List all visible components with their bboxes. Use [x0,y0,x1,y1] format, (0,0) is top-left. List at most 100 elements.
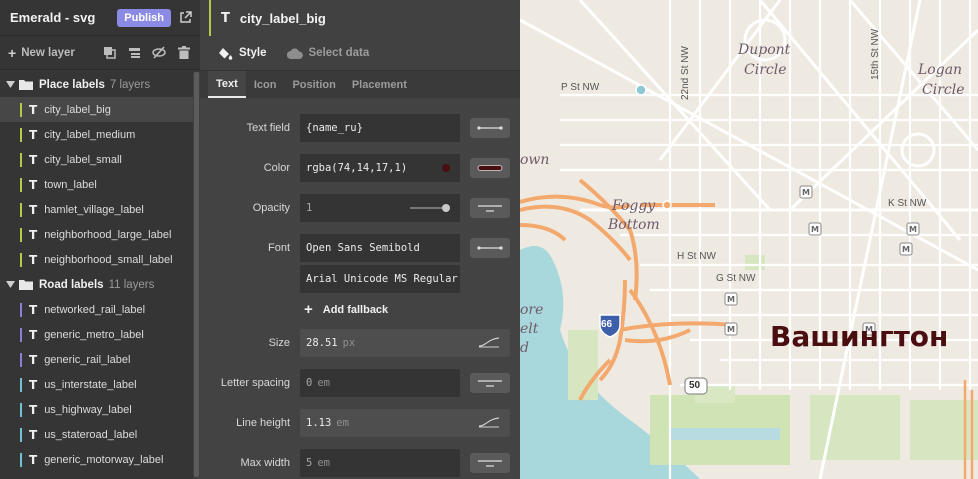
external-link-icon[interactable] [179,11,192,24]
text-layer-icon: T [29,102,38,117]
add-fallback-label: Add fallback [322,303,389,316]
map-street-label: 22nd St NW [680,46,691,100]
layer-row[interactable]: Tcity_label_big [0,97,193,122]
text-layer-icon: T [29,152,38,167]
color-input[interactable]: rgba(74,14,17,1) [300,154,460,182]
zoom-function-icon[interactable] [478,336,500,348]
prop-label: Text field [246,122,290,134]
publish-button[interactable]: Publish [117,8,171,27]
prop-size: Size 28.51 px [200,329,520,357]
add-fallback-button[interactable]: + Add fallback [304,301,388,318]
opacity-slider-track[interactable] [410,207,446,209]
layer-color-bar [20,102,22,117]
sidebar-scrollbar[interactable] [193,72,200,479]
layer-row[interactable]: Tus_highway_label [0,397,193,422]
text-layer-icon: T [221,10,230,26]
layer-color-bar [20,202,22,217]
subtab-icon[interactable]: Icon [246,71,285,98]
subtab-placement[interactable]: Placement [344,71,415,98]
size-value: 28.51 [306,337,338,349]
trash-icon[interactable] [176,45,192,61]
function-toggle-button[interactable] [470,238,510,258]
map-neighborhood-label: Logan [918,62,963,78]
function-toggle-button[interactable] [470,198,510,218]
function-toggle-button[interactable] [470,158,510,178]
line-height-unit: em [336,417,349,429]
group-icon[interactable] [126,45,142,61]
tab-select-data[interactable]: Select data [286,47,369,59]
layer-row[interactable]: Tneighborhood_small_label [0,247,193,272]
layer-name: us_highway_label [44,403,132,416]
layer-row[interactable]: Tnetworked_rail_label [0,297,193,322]
text-layer-icon: T [29,352,38,367]
map-neighborhood-label: own [520,152,550,168]
map-street-label: H St NW [677,251,716,262]
layer-color-bar [20,177,22,192]
layer-row[interactable]: Tcity_label_medium [0,122,193,147]
map-neighborhood-label: d [520,340,529,356]
font-fallback-input[interactable]: Arial Unicode MS Regular [300,265,460,293]
hide-layer-icon[interactable] [151,45,167,61]
map-canvas[interactable]: MMM MMMM Dupont Circle Logan Circle Fogg… [520,0,978,479]
map-street-label: G St NW [716,273,756,284]
map-neighborhood-label: elt [520,321,539,337]
cloud-icon [286,47,303,59]
svg-text:M: M [727,325,735,334]
svg-text:M: M [811,225,819,234]
layer-list: Place labels 7 layers Tcity_label_big Tci… [0,72,193,479]
text-layer-icon: T [29,327,38,342]
plus-icon: + [8,44,17,61]
group-road-labels[interactable]: Road labels 11 layers [0,272,193,297]
text-layer-icon: T [29,252,38,267]
font-fallback-value: Arial Unicode MS Regular [306,273,458,285]
color-swatch-dot[interactable] [442,164,450,172]
layer-row[interactable]: Ttown_label [0,172,193,197]
max-width-input[interactable]: 5 em [300,449,460,477]
layer-row[interactable]: Tus_interstate_label [0,372,193,397]
subtab-position[interactable]: Position [284,71,343,98]
text-layer-icon: T [29,302,38,317]
size-input[interactable]: 28.51 px [300,329,510,357]
layer-row[interactable]: Tgeneric_rail_label [0,347,193,372]
line-height-input[interactable]: 1.13 em [300,409,510,437]
letter-spacing-value: 0 [306,377,313,389]
new-layer-button[interactable]: + New layer [8,45,101,61]
function-toggle-button[interactable] [470,373,510,393]
layer-color-bar [20,152,22,167]
group-count: 11 layers [108,278,155,291]
property-list: Text field {name_ru} Color rgba(74,14,17… [200,98,520,479]
scrollbar-thumb[interactable] [194,72,199,477]
function-toggle-button[interactable] [470,118,510,138]
layer-row[interactable]: Tus_stateroad_label [0,422,193,447]
duplicate-icon[interactable] [101,45,117,61]
group-place-labels[interactable]: Place labels 7 layers [0,72,193,97]
layer-row[interactable]: Thamlet_village_label [0,197,193,222]
function-toggle-button[interactable] [470,453,510,473]
tab-style[interactable]: Style [218,47,267,60]
layer-row[interactable]: Tneighborhood_large_label [0,222,193,247]
caret-down-icon [6,280,15,289]
text-layer-icon: T [29,177,38,192]
layer-name: city_label_big [44,103,111,116]
text-field-input[interactable]: {name_ru} [300,114,460,142]
layer-color-bar [20,302,22,317]
layer-row[interactable]: Tgeneric_motorway_label [0,447,193,472]
prop-label: Opacity [252,202,290,214]
subtab-text[interactable]: Text [208,71,246,98]
prop-text-field: Text field {name_ru} [200,114,520,142]
layer-title[interactable]: city_label_big [240,11,326,26]
letter-spacing-input[interactable]: 0 em [300,369,460,397]
layer-color-bar [20,127,22,142]
zoom-function-icon[interactable] [478,416,500,428]
font-input[interactable]: Open Sans Semibold [300,234,460,262]
layer-color-bar [20,402,22,417]
layer-row[interactable]: Tcity_label_small [0,147,193,172]
layer-row[interactable]: Tgeneric_metro_label [0,322,193,347]
tab-style-label: Style [239,47,267,59]
prop-label: Max width [240,457,290,469]
opacity-slider-knob[interactable] [442,204,450,212]
prop-line-height: Line height 1.13 em [200,409,520,437]
layer-name: generic_metro_label [44,328,144,341]
style-title[interactable]: Emerald - svg [10,10,117,25]
opacity-input[interactable]: 1 [300,194,460,222]
